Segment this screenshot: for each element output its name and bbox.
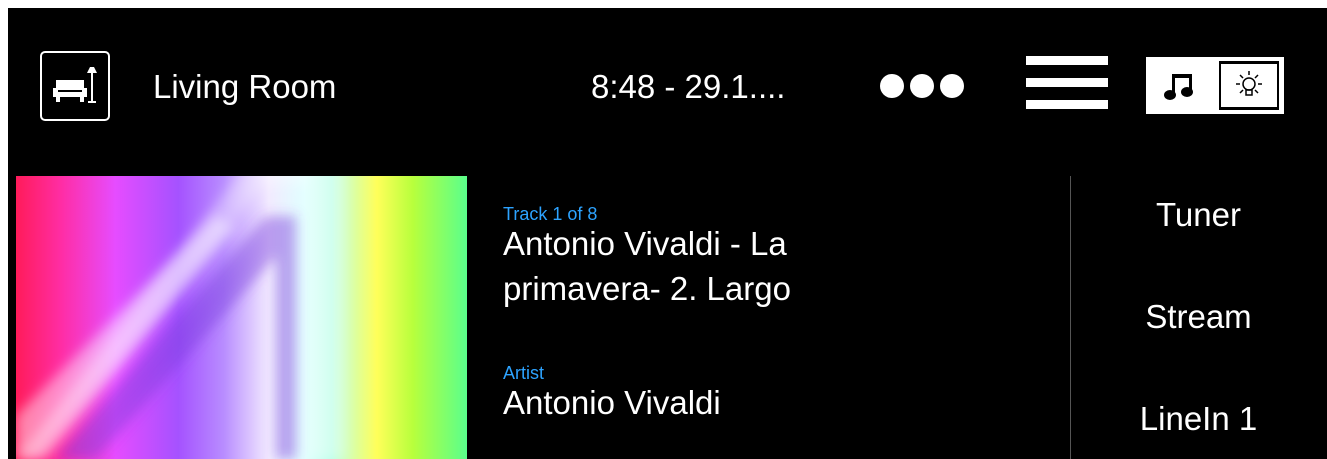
dot xyxy=(940,74,964,98)
album-cover[interactable] xyxy=(16,176,467,459)
menu-bar xyxy=(1026,56,1108,65)
room-name[interactable]: Living Room xyxy=(153,68,336,106)
source-linein-1[interactable]: LineIn 1 xyxy=(1070,400,1327,438)
app-screen: Living Room 8:48 - 29.1.... Track 1 of 8… xyxy=(8,8,1327,459)
cover-art-shape xyxy=(16,176,346,459)
living-room-icon[interactable] xyxy=(40,51,110,121)
track-counter: Track 1 of 8 xyxy=(503,204,598,224)
menu-bar xyxy=(1026,100,1108,109)
menu-bar xyxy=(1026,78,1108,87)
source-stream[interactable]: Stream xyxy=(1070,298,1327,336)
track-title-line2: primavera- 2. Largo xyxy=(503,270,791,307)
clock-date: 8:48 - 29.1.... xyxy=(591,68,786,105)
light-bulb-frame xyxy=(1220,64,1277,107)
dot xyxy=(910,74,934,98)
artist-label: Artist xyxy=(503,363,545,383)
sofa-lamp-glyph xyxy=(53,67,97,103)
mode-switch xyxy=(1146,57,1284,114)
artist-name: Antonio Vivaldi xyxy=(503,384,721,421)
music-note-icon[interactable] xyxy=(1152,63,1208,108)
dot xyxy=(880,74,904,98)
light-bulb-icon[interactable] xyxy=(1218,61,1279,110)
hamburger-menu-icon[interactable] xyxy=(1026,52,1108,114)
more-dots-icon[interactable] xyxy=(880,69,980,103)
source-tuner[interactable]: Tuner xyxy=(1070,196,1327,234)
track-title-line1: Antonio Vivaldi - La xyxy=(503,225,787,262)
